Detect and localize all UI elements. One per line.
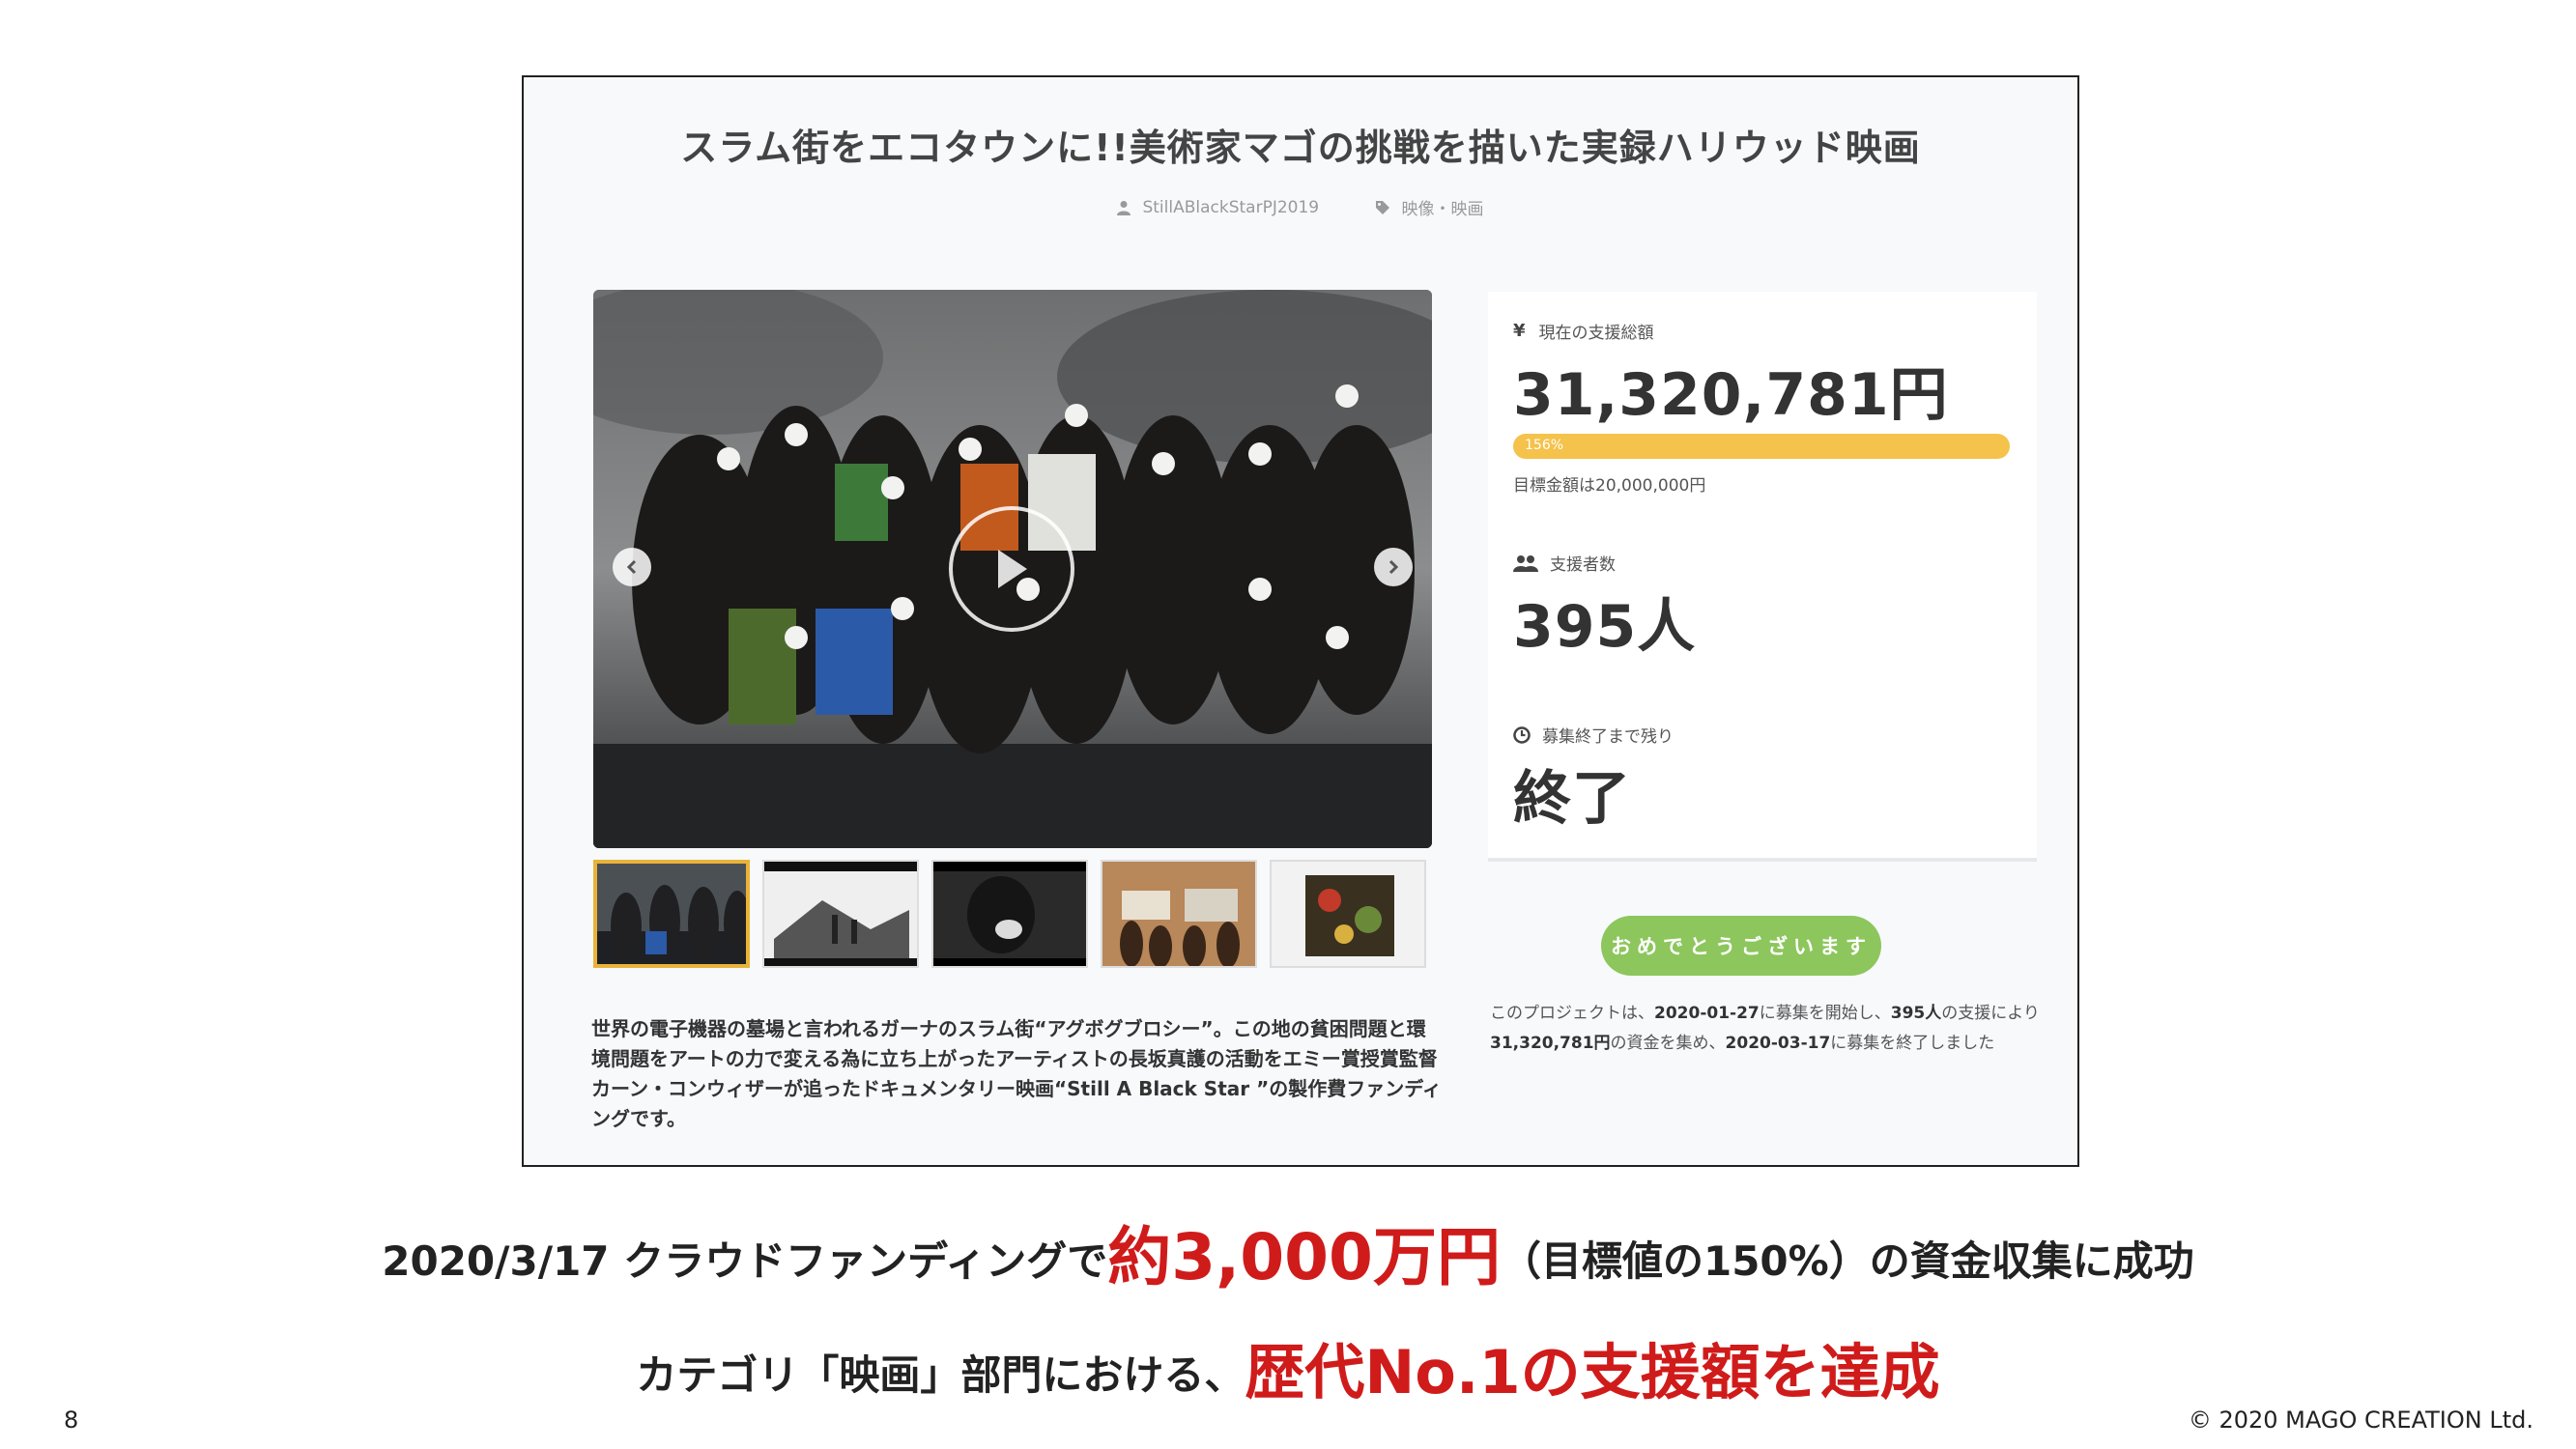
caption-2-pre: カテゴリ「映画」部門における、 [636, 1351, 1245, 1399]
total-label-text: 現在の支援総額 [1538, 324, 1654, 343]
chevron-right-icon [1388, 559, 1399, 575]
thumbnail-4[interactable] [1101, 860, 1257, 968]
project-title: スラム街をエコタウンに!!美術家マゴの挑戦を描いた実録ハリウッド映画 [680, 127, 1921, 169]
next-image-button[interactable] [1374, 548, 1413, 586]
yen-icon: ¥ [1513, 321, 1526, 341]
caption-1-highlight: 約3,000万円 [1107, 1220, 1501, 1294]
summary-start-date: 2020-01-27 [1654, 1004, 1760, 1023]
supporters-label: 支援者数 [1513, 551, 1616, 575]
project-description: 世界の電子機器の墓場と言われるガーナのスラム街“アグボグブロシー”。この地の貧困… [591, 1017, 1442, 1130]
category-link[interactable]: 映像・映画 [1375, 195, 1484, 219]
summary-text-5: に募集を終了しました [1830, 1034, 1995, 1053]
summary-end-date: 2020-03-17 [1725, 1034, 1831, 1053]
project-meta: StillABlackStarPJ2019 映像・映画 [524, 195, 2077, 220]
congratulations-button[interactable]: おめでとうございます [1601, 916, 1881, 976]
remaining-label-text: 募集終了まで残り [1542, 727, 1674, 747]
category-name: 映像・映画 [1401, 200, 1484, 219]
summary-text-1: このプロジェクトは、 [1490, 1004, 1654, 1023]
caption-line-1: 2020/3/17 クラウドファンディングで約3,000万円（目標値の150%）… [0, 1206, 2576, 1298]
thumbnail-3[interactable] [931, 860, 1088, 968]
summary-text-2: に募集を開始し、 [1759, 1004, 1891, 1023]
main-project-image[interactable] [593, 290, 1432, 848]
summary-supporters: 395人 [1890, 1004, 1942, 1023]
project-screenshot: スラム街をエコタウンに!!美術家マゴの挑戦を描いた実録ハリウッド映画 Still… [522, 75, 2079, 1167]
play-video-button[interactable] [949, 506, 1074, 632]
thumbnail-2[interactable] [762, 860, 919, 968]
tag-icon [1375, 200, 1389, 214]
thumbnail-strip [593, 860, 1432, 968]
goal-amount: 目標金額は20,000,000円 [1513, 476, 1706, 496]
progress-percent: 156% [1525, 438, 1564, 453]
funding-stats-panel: ¥ 現在の支援総額 31,320,781円 156% 目標金額は20,000,0… [1488, 292, 2037, 862]
page-number: 8 [64, 1406, 79, 1434]
project-summary: このプロジェクトは、2020-01-27に募集を開始し、395人の支援により 31… [1490, 999, 2055, 1059]
author-name: StillABlackStarPJ2019 [1142, 197, 1320, 217]
summary-amount: 31,320,781円 [1490, 1034, 1611, 1053]
copyright: © 2020 MAGO CREATION Ltd. [2188, 1406, 2533, 1434]
thumbnail-5[interactable] [1270, 860, 1426, 968]
summary-text-4: の資金を集め、 [1610, 1034, 1726, 1053]
progress-bar: 156% [1513, 434, 2010, 459]
chevron-left-icon [626, 559, 637, 575]
play-icon [998, 550, 1027, 588]
clock-icon [1513, 725, 1531, 744]
caption-1-post: （目標値の150%）の資金収集に成功 [1500, 1237, 2194, 1285]
total-label: ¥ 現在の支援総額 [1513, 319, 1654, 343]
caption-line-2: カテゴリ「映画」部門における、歴代No.1の支援額を達成 [0, 1323, 2576, 1410]
total-amount: 31,320,781円 [1513, 361, 1949, 429]
remaining-label: 募集終了まで残り [1513, 723, 1674, 747]
author-link[interactable]: StillABlackStarPJ2019 [1117, 198, 1319, 217]
users-icon [1513, 554, 1538, 572]
prev-image-button[interactable] [613, 548, 651, 586]
summary-text-3: の支援により [1941, 1004, 2040, 1023]
supporters-label-text: 支援者数 [1550, 555, 1616, 575]
user-icon [1117, 200, 1131, 215]
remaining-value: 終了 [1513, 765, 1631, 833]
caption-2-highlight: 歴代No.1の支援額を達成 [1245, 1337, 1940, 1407]
thumbnail-1[interactable] [593, 860, 750, 968]
caption-1-pre: 2020/3/17 クラウドファンディングで [382, 1237, 1108, 1285]
supporters-count: 395人 [1513, 593, 1697, 661]
